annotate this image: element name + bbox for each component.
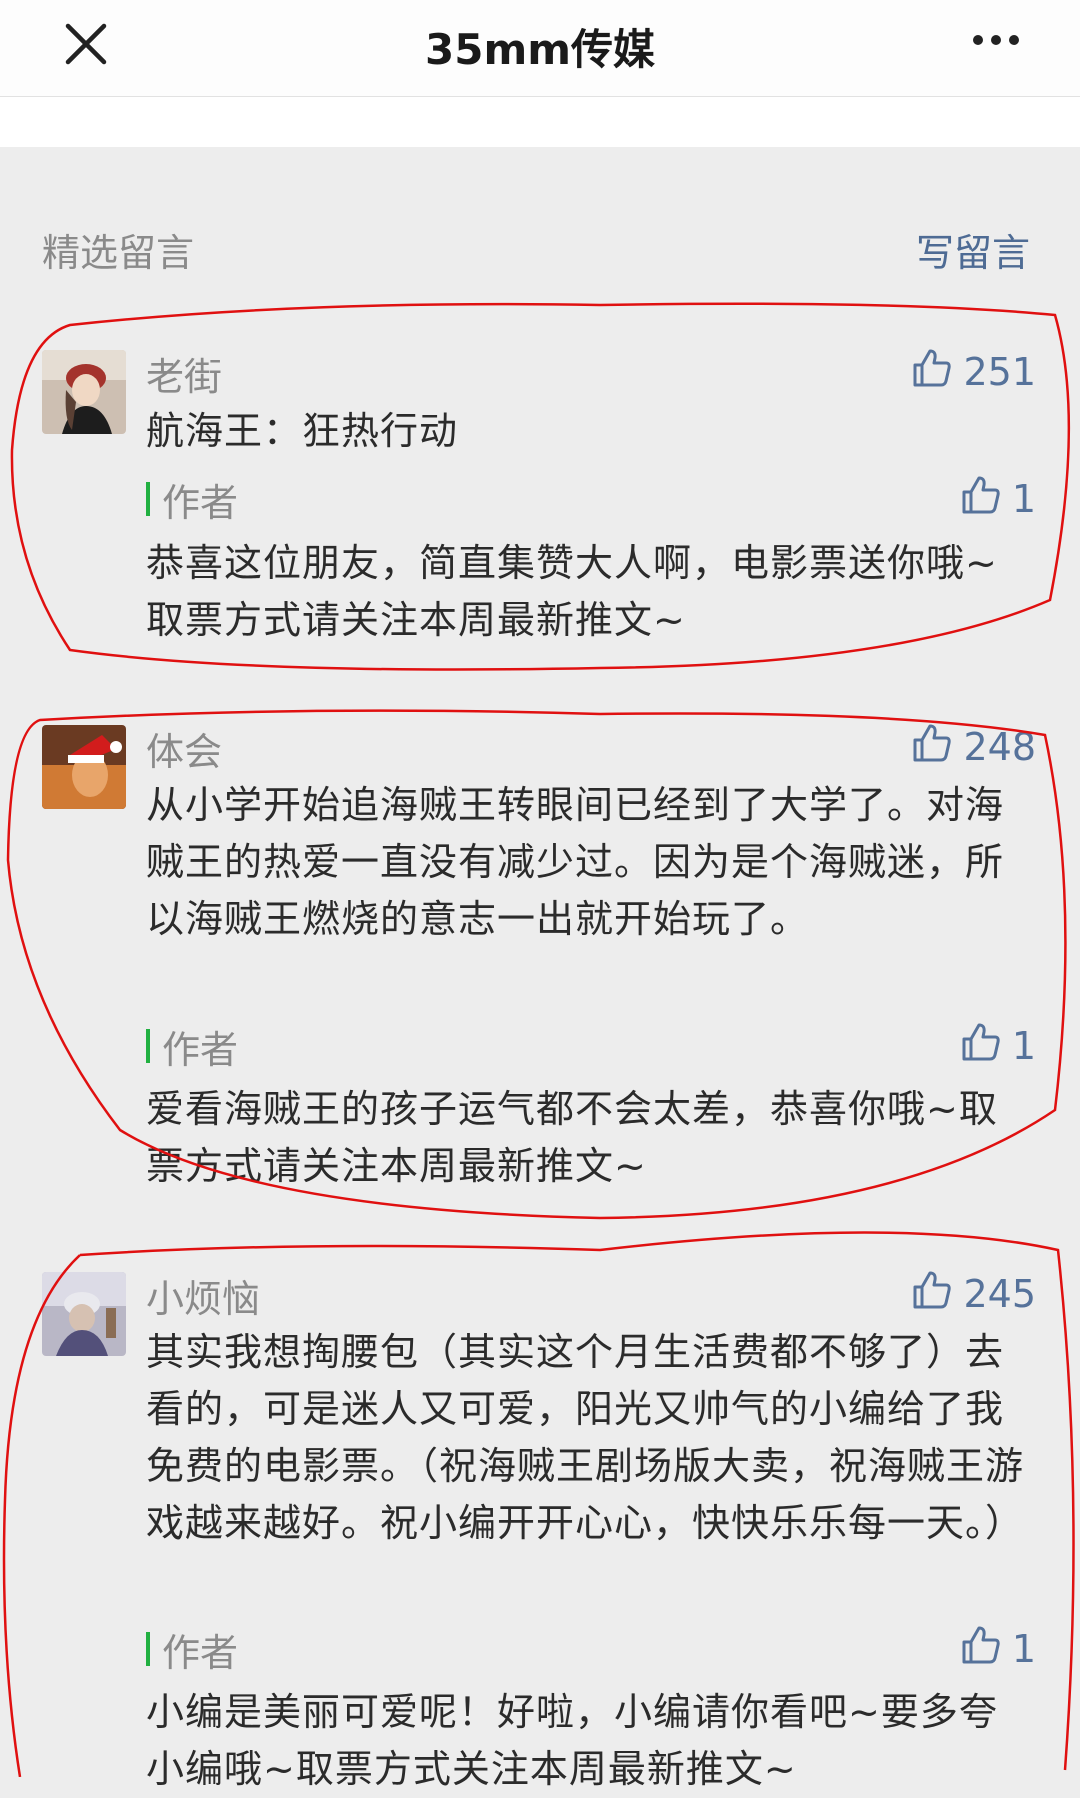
thumbs-up-icon [911, 722, 963, 773]
comment-text: 从小学开始追海贼王转眼间已经到了大学了。对海贼王的热爱一直没有减少过。因为是个海… [146, 783, 1005, 941]
thumbs-up-icon [960, 1021, 1012, 1072]
comment-text: 其实我想掏腰包（其实这个月生活费都不够了）去看的，可是迷人又可爱，阳光又帅气的小… [146, 1330, 1025, 1545]
like-count: 245 [963, 1272, 1036, 1316]
author-label: 作者 [162, 1027, 239, 1072]
like-count: 248 [963, 725, 1036, 769]
author-reply-header: 作者 [146, 1627, 238, 1675]
write-comment-button[interactable]: 写留言 [916, 222, 1030, 277]
author-bar [146, 1029, 150, 1063]
comment-like-button[interactable]: 245 [911, 1271, 1036, 1316]
reply-like-button[interactable]: 1 [960, 1023, 1036, 1068]
more-icon[interactable] [968, 20, 1024, 60]
comment-nickname: 小烦恼 [146, 1277, 261, 1321]
comment-like-button[interactable]: 251 [911, 349, 1036, 394]
reply-text: 小编是美丽可爱呢！好啦，小编请你看吧~要多夸小编哦~取票方式关注本周最新推文~ [146, 1690, 998, 1791]
header-spacer [0, 97, 1080, 147]
featured-comments-label: 精选留言 [42, 231, 195, 275]
thumbs-up-icon [960, 1624, 1012, 1675]
reply-like-count: 1 [1011, 477, 1036, 521]
comment-nickname: 老街 [146, 355, 223, 399]
top-bar: 35mm传媒 [0, 0, 1080, 97]
reply-like-count: 1 [1011, 1024, 1036, 1068]
author-label: 作者 [162, 1630, 239, 1675]
thumbs-up-icon [960, 474, 1012, 525]
comment-text: 航海王：狂热行动 [146, 409, 459, 453]
reply-text: 爱看海贼王的孩子运气都不会太差，恭喜你哦~取票方式请关注本周最新推文~ [146, 1087, 998, 1188]
comment-nickname: 体会 [146, 730, 223, 774]
reply-like-button[interactable]: 1 [960, 476, 1036, 521]
author-reply-header: 作者 [146, 477, 238, 525]
thumbs-up-icon [911, 347, 963, 398]
avatar[interactable] [42, 1272, 126, 1356]
avatar[interactable] [42, 725, 126, 809]
avatar[interactable] [42, 350, 126, 434]
like-count: 251 [963, 350, 1036, 394]
author-bar [146, 482, 150, 516]
reply-like-count: 1 [1011, 1627, 1036, 1671]
thumbs-up-icon [911, 1269, 963, 1320]
page-title: 35mm传媒 [425, 25, 655, 74]
author-label: 作者 [162, 480, 239, 525]
author-bar [146, 1632, 150, 1666]
reply-like-button[interactable]: 1 [960, 1626, 1036, 1671]
comment-like-button[interactable]: 248 [911, 724, 1036, 769]
author-reply-header: 作者 [146, 1024, 238, 1072]
reply-text: 恭喜这位朋友，简直集赞大人啊，电影票送你哦~取票方式请关注本周最新推文~ [146, 541, 998, 642]
